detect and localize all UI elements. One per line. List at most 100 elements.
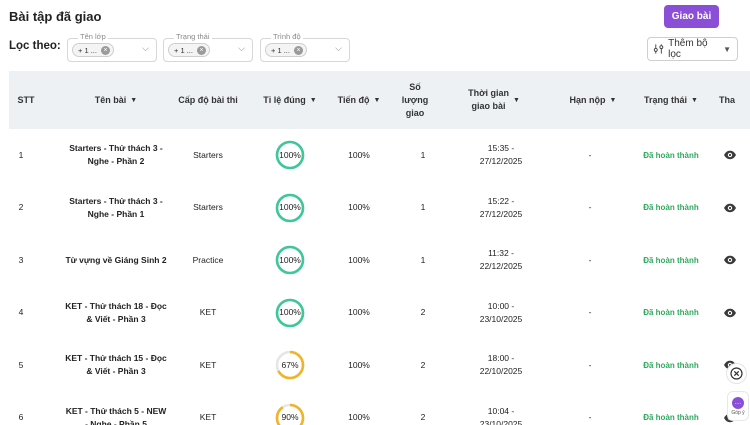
filter-class-name-label: Tên lớp — [78, 32, 108, 42]
cell-deadline: - — [588, 412, 592, 422]
cell-level: KET — [199, 307, 217, 317]
table-row[interactable]: 2 Starters - Thử thách 3 - Nghe - Phần 1 St… — [9, 182, 750, 234]
more-filters-dropdown[interactable]: Thêm bộ lọc ▼ — [647, 37, 738, 61]
col-deadline[interactable]: Hạn nộp ▼ — [557, 71, 629, 129]
chip-remove-icon[interactable]: × — [100, 45, 110, 55]
cell-time-line: 22/12/2025 — [479, 261, 523, 271]
correct-ratio-ring: 100% — [274, 297, 306, 329]
cell-time-line: 11:32 - — [488, 248, 514, 258]
cell-name-line: Từ vựng về Giáng Sinh 2 — [65, 254, 167, 265]
table-row[interactable]: 3 Từ vựng về Giáng Sinh 2 Practice 100% 100%… — [9, 234, 750, 286]
cell-time: 18:00 - 22/10/2025 — [449, 339, 553, 391]
cell-time-line: 15:35 - — [487, 143, 515, 153]
view-button[interactable] — [717, 182, 743, 234]
close-floating-button[interactable] — [726, 363, 747, 384]
cell-level: Starters — [193, 202, 223, 212]
feedback-button[interactable]: … Góp ý — [727, 391, 749, 421]
cell-name-line: KET - Thử thách 15 - Đọc — [65, 353, 167, 363]
filter-class-name[interactable]: Tên lớp + 1 ... × ⌵ — [67, 32, 157, 62]
col-progress-label: Tiến độ — [337, 94, 370, 105]
col-correct[interactable]: Tỉ lệ đúng ▼ — [249, 71, 331, 129]
cell-name-line: Nghe - Phần 1 — [87, 208, 145, 219]
sort-icon[interactable]: ▼ — [310, 94, 317, 107]
correct-ratio-ring: 100% — [274, 244, 306, 276]
cell-time-line: 27/12/2025 — [479, 156, 523, 166]
sort-icon[interactable]: ▼ — [610, 94, 617, 107]
cell-name-line: Starters - Thử thách 3 - — [69, 143, 163, 153]
cell-time-line: 18:00 - — [487, 353, 515, 363]
cell-progress: 100% — [348, 149, 370, 160]
status-badge: Đã hoàn thành — [643, 360, 699, 370]
correct-ratio-text: 100% — [279, 307, 301, 317]
cell-correct: 100% — [274, 182, 306, 234]
table-row[interactable]: 6 KET - Thử thách 5 - NEW - Nghe - Phần 5 K… — [9, 392, 750, 425]
status-badge: Đã hoàn thành — [643, 413, 699, 422]
col-status-label: Trạng thái — [644, 94, 688, 105]
correct-ratio-ring: 90% — [274, 402, 306, 425]
cell-count: 2 — [420, 307, 426, 317]
cell-progress: 100% — [348, 359, 370, 370]
chevron-down-icon: ⌵ — [142, 43, 149, 53]
sort-icon[interactable]: ▼ — [373, 94, 380, 107]
correct-ratio-ring: 100% — [274, 192, 306, 224]
cell-deadline: - — [588, 149, 592, 160]
cell-time: 11:32 - 22/12/2025 — [449, 234, 553, 286]
cell-deadline: - — [588, 202, 592, 212]
table-row[interactable]: 5 KET - Thử thách 15 - Đọc & Viết - Phần 3… — [9, 339, 750, 391]
correct-ratio-ring: 100% — [274, 139, 306, 171]
cell-progress: 100% — [348, 307, 370, 317]
cell-name-line: Starters - Thử thách 3 - — [69, 195, 163, 206]
cell-progress: 100% — [348, 254, 370, 265]
chip-remove-icon[interactable]: × — [196, 45, 206, 55]
chip-remove-icon[interactable]: × — [293, 45, 303, 55]
assign-button[interactable]: Giao bài — [664, 5, 719, 28]
col-time[interactable]: Thời gian giao bài ▼ — [449, 71, 539, 129]
sort-icon[interactable]: ▼ — [513, 94, 520, 107]
cell-time-line: 15:22 - — [487, 195, 515, 206]
status-badge: Đã hoàn thành — [643, 255, 699, 265]
cell-correct: 100% — [274, 129, 306, 181]
cell-level: Starters — [193, 149, 223, 160]
cell-count: 1 — [420, 254, 426, 265]
view-button[interactable] — [717, 234, 743, 286]
sort-icon[interactable]: ▼ — [691, 94, 698, 107]
cell-time: 10:00 - 23/10/2025 — [449, 287, 553, 339]
cell-time-line: 23/10/2025 — [479, 418, 523, 425]
feedback-label: Góp ý — [731, 409, 745, 416]
cell-deadline: - — [588, 307, 592, 317]
sort-icon[interactable]: ▼ — [130, 94, 137, 107]
status-badge: Đã hoàn thành — [643, 308, 699, 317]
cell-progress: 100% — [348, 202, 370, 212]
col-count-label: Số — [409, 81, 421, 92]
correct-ratio-text: 90% — [281, 412, 299, 422]
cell-correct: 67% — [274, 339, 306, 391]
view-button[interactable] — [717, 129, 743, 181]
cell-stt: 1 — [18, 149, 24, 160]
cell-level: Practice — [192, 254, 224, 265]
cell-time: 15:35 - 27/12/2025 — [449, 129, 553, 181]
cell-name-line: KET - Thử thách 18 - Đọc — [65, 300, 167, 311]
filter-sliders-icon — [653, 44, 664, 54]
cell-stt: 6 — [18, 412, 24, 422]
page-title: Bài tập đã giao — [9, 9, 102, 24]
cell-deadline: - — [588, 254, 592, 265]
correct-ratio-text: 100% — [279, 149, 301, 160]
filter-status[interactable]: Trạng thái + 1 ... × ⌵ — [163, 32, 253, 62]
filter-chip: + 1 ... × — [168, 43, 210, 57]
cell-correct: 100% — [274, 287, 306, 339]
table-row[interactable]: 1 Starters - Thử thách 3 - Nghe - Phần 2 St… — [9, 129, 750, 181]
filter-chip: + 1 ... × — [265, 43, 307, 57]
col-stt-label: STT — [17, 94, 35, 105]
cell-count: 1 — [420, 149, 426, 160]
col-count-label: lượng — [401, 94, 429, 105]
view-button[interactable] — [717, 287, 743, 339]
col-progress[interactable]: Tiến độ ▼ — [323, 71, 395, 129]
col-status[interactable]: Trạng thái ▼ — [631, 71, 711, 129]
table-row[interactable]: 4 KET - Thử thách 18 - Đọc & Viết - Phần 3… — [9, 287, 750, 339]
cell-count: 1 — [420, 202, 426, 212]
col-action: Tha — [719, 71, 750, 129]
filter-label: Lọc theo: — [9, 40, 61, 52]
more-filters-label: Thêm bộ lọc — [668, 38, 708, 60]
table-header: STT Tên bài ▼ Cấp độ bài thi Tỉ lệ đúng ▼ … — [9, 71, 750, 129]
filter-level[interactable]: Trình độ + 1 ... × ⌵ — [260, 32, 350, 62]
